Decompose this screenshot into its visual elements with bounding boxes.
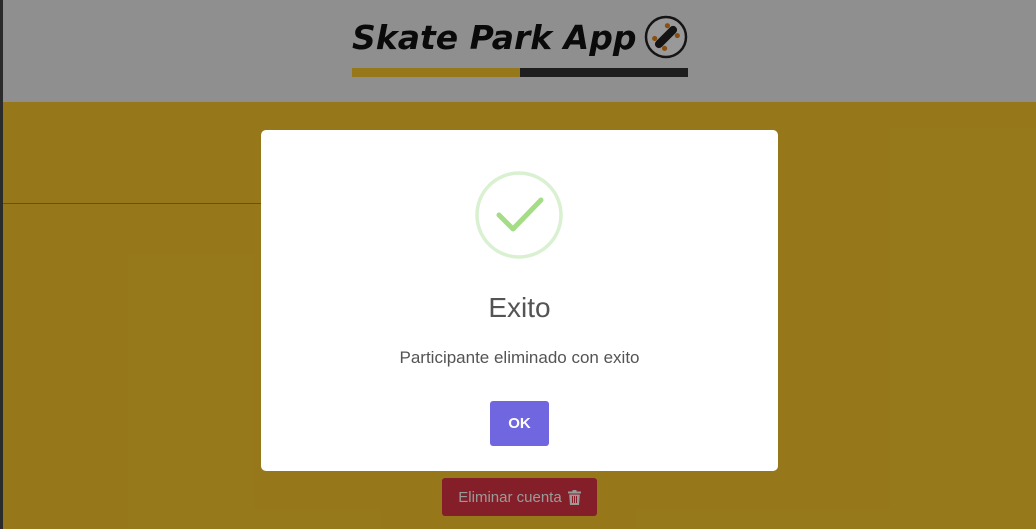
dialog-message: Participante eliminado con exito xyxy=(399,348,640,367)
ok-button[interactable]: OK xyxy=(490,401,549,446)
success-dialog: Exito Participante eliminado con exito O… xyxy=(261,130,778,471)
success-check-icon xyxy=(475,171,563,259)
app-page: Skate Park App Eliminar cuenta Exito Par… xyxy=(0,0,1036,529)
window-edge xyxy=(0,0,3,529)
dialog-title: Exito xyxy=(488,292,551,323)
